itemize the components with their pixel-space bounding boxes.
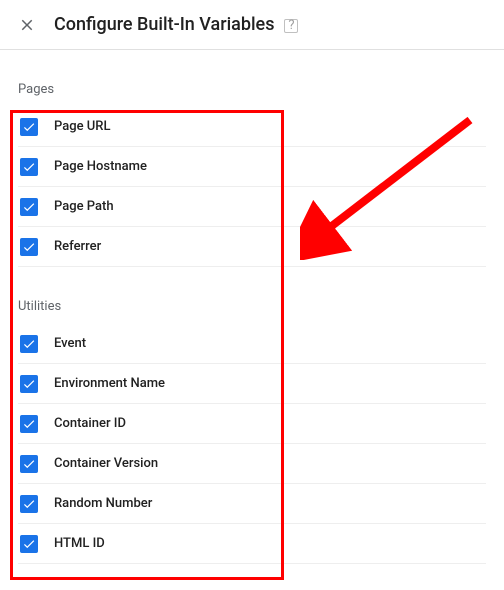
checkbox-random-number[interactable]: [20, 495, 38, 513]
variable-label: HTML ID: [54, 536, 105, 551]
variable-row-container-version: Container Version: [18, 444, 486, 484]
section-header-pages: Pages: [18, 76, 486, 107]
checkbox-event[interactable]: [20, 335, 38, 353]
variable-label: Container Version: [54, 456, 158, 471]
check-icon: [22, 160, 36, 174]
checkbox-page-hostname[interactable]: [20, 158, 38, 176]
checkbox-page-path[interactable]: [20, 198, 38, 216]
variable-label: Random Number: [54, 496, 152, 511]
checkbox-page-url[interactable]: [20, 118, 38, 136]
checkbox-html-id[interactable]: [20, 535, 38, 553]
variable-label: Environment Name: [54, 376, 165, 391]
section-header-utilities: Utilities: [18, 293, 486, 324]
check-icon: [22, 417, 36, 431]
variable-row-container-id: Container ID: [18, 404, 486, 444]
variable-row-environment-name: Environment Name: [18, 364, 486, 404]
dialog-title-wrap: Configure Built-In Variables ?: [54, 14, 298, 35]
close-icon: [18, 16, 36, 34]
variable-row-event: Event: [18, 324, 486, 364]
variable-label: Page Hostname: [54, 159, 147, 174]
dialog-header: Configure Built-In Variables ?: [0, 0, 504, 50]
check-icon: [22, 377, 36, 391]
check-icon: [22, 120, 36, 134]
checkbox-referrer[interactable]: [20, 238, 38, 256]
checkbox-container-id[interactable]: [20, 415, 38, 433]
variable-label: Page URL: [54, 119, 111, 134]
variable-label: Event: [54, 336, 86, 351]
check-icon: [22, 537, 36, 551]
checkbox-container-version[interactable]: [20, 455, 38, 473]
check-icon: [22, 337, 36, 351]
checkbox-environment-name[interactable]: [20, 375, 38, 393]
variable-row-page-hostname: Page Hostname: [18, 147, 486, 187]
variable-row-page-path: Page Path: [18, 187, 486, 227]
check-icon: [22, 200, 36, 214]
check-icon: [22, 497, 36, 511]
check-icon: [22, 240, 36, 254]
dialog-content: Pages Page URL Page Hostname Page Path R…: [0, 50, 504, 564]
variable-row-page-url: Page URL: [18, 107, 486, 147]
dialog-title: Configure Built-In Variables: [54, 14, 274, 35]
variable-label: Page Path: [54, 199, 114, 214]
help-icon[interactable]: ?: [284, 19, 298, 33]
variable-label: Referrer: [54, 239, 101, 254]
variable-row-html-id: HTML ID: [18, 524, 486, 564]
close-button[interactable]: [18, 16, 36, 34]
check-icon: [22, 457, 36, 471]
variable-row-random-number: Random Number: [18, 484, 486, 524]
variable-row-referrer: Referrer: [18, 227, 486, 267]
variable-label: Container ID: [54, 416, 126, 431]
